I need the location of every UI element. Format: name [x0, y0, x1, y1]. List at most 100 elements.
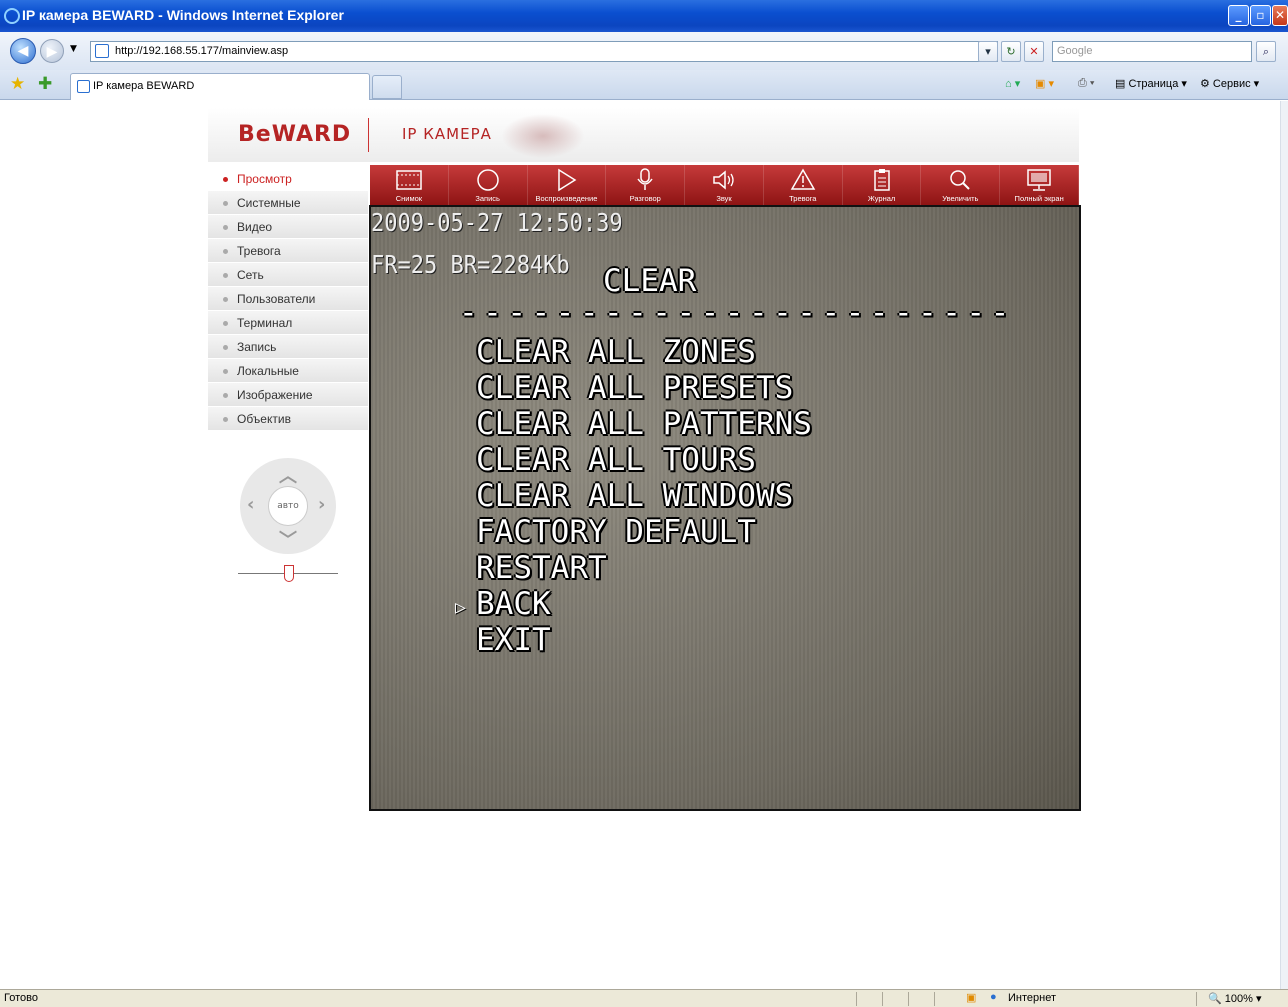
forward-button[interactable]: ▶ [40, 39, 64, 63]
globe-icon: ● [990, 991, 997, 1003]
sidebar-item-video[interactable]: Видео [208, 215, 368, 239]
tools-menu[interactable]: ⚙ Сервис ▾ [1200, 77, 1259, 90]
status-separator [1196, 992, 1197, 1006]
play-icon [558, 168, 577, 192]
url-text: http://192.168.55.177/mainview.asp [115, 45, 289, 57]
header-divider [368, 118, 369, 152]
alarm-label: Тревога [789, 194, 817, 203]
url-input[interactable]: http://192.168.55.177/mainview.asp [90, 41, 998, 62]
sidebar-item-terminal[interactable]: Терминал [208, 311, 368, 335]
tab-active[interactable]: IP камера BEWARD [70, 73, 370, 100]
url-dropdown-button[interactable]: ▾ [978, 41, 998, 62]
stop-button[interactable]: ✕ [1024, 41, 1044, 62]
sidebar-item-system[interactable]: Системные [208, 191, 368, 215]
osd-separator: ----------------------- [459, 295, 1015, 331]
sidebar-item-users[interactable]: Пользователи [208, 287, 368, 311]
camera-header: BeWARD IP КАМЕРА [208, 108, 1079, 162]
add-favorites-icon[interactable]: ✚ [38, 74, 52, 94]
favorites-star-icon[interactable]: ★ [10, 74, 25, 94]
feeds-icon[interactable]: ▣ ▾ [1035, 77, 1054, 90]
zoom-level[interactable]: 🔍 100% ▾ [1208, 992, 1261, 1005]
print-icon[interactable]: ⎙ ▾ [1078, 77, 1094, 90]
status-separator [856, 992, 857, 1006]
osd-menu-item: CLEAR ALL WINDOWS [476, 478, 794, 514]
maximize-button[interactable]: ▫ [1250, 5, 1271, 26]
sidebar-item-local[interactable]: Локальные [208, 359, 368, 383]
sidebar-item-network[interactable]: Сеть [208, 263, 368, 287]
zone-label: Интернет [1008, 992, 1056, 1004]
status-separator [934, 992, 935, 1006]
osd-selection-arrow-icon: ▷ [455, 597, 466, 618]
status-text: Готово [4, 992, 38, 1004]
address-bar: ◀ ▶ ▼ http://192.168.55.177/mainview.asp… [0, 32, 1288, 70]
home-icon[interactable]: ⌂ ▾ [1005, 77, 1020, 90]
osd-menu-item: RESTART [476, 550, 607, 586]
osd-menu-item: CLEAR ALL ZONES [476, 334, 756, 370]
sidebar-item-view[interactable]: Просмотр [208, 167, 368, 191]
playback-label: Воспроизведение [535, 194, 598, 203]
osd-timestamp: 2009-05-27 12:50:39 [371, 209, 623, 238]
chevron-right-icon[interactable]: › [318, 494, 325, 515]
chevron-up-icon[interactable]: ︿ [279, 462, 297, 488]
history-dropdown-icon[interactable]: ▼ [70, 44, 77, 54]
status-separator [882, 992, 883, 1006]
search-placeholder: Google [1057, 45, 1093, 57]
talk-label: Разговор [629, 194, 661, 203]
zoom-label: Увеличить [942, 194, 979, 203]
osd-menu-item: CLEAR ALL PATTERNS [476, 406, 812, 442]
zoom-button[interactable]: Увеличить [921, 165, 1001, 205]
video-stream[interactable]: 2009-05-27 12:50:39 FR=25 BR=2284Kb CLEA… [369, 205, 1081, 811]
osd-stats: FR=25 BR=2284Kb [371, 251, 570, 280]
alarm-button[interactable]: Тревога [764, 165, 843, 205]
tools-menu-label: Сервис [1212, 78, 1251, 90]
film-icon [396, 170, 422, 190]
magnifier-icon [950, 170, 971, 190]
tab-page-icon [77, 80, 90, 93]
world-map-graphic [498, 112, 588, 160]
snapshot-label: Снимок [395, 194, 423, 203]
new-tab-button[interactable] [372, 75, 402, 99]
tab-bar: ★ ✚ IP камера BEWARD ⌂ ▾ ▣ ▾ ⎙ ▾ ▤ Стран… [0, 70, 1288, 100]
monitor-icon [1027, 169, 1051, 191]
chevron-down-icon[interactable]: ﹀ [279, 526, 297, 552]
refresh-button[interactable]: ↻ [1001, 41, 1021, 62]
status-bar: Готово ▣ ● Интернет 🔍 100% ▾ [0, 989, 1288, 1007]
back-button[interactable]: ◀ [10, 38, 36, 64]
tab-label: IP камера BEWARD [93, 80, 195, 92]
sidebar-item-lens[interactable]: Объектив [208, 407, 368, 431]
record-button[interactable]: Запись [449, 165, 528, 205]
page-icon [95, 44, 109, 58]
playback-button[interactable]: Воспроизведение [528, 165, 607, 205]
chevron-left-icon[interactable]: ‹ [247, 494, 254, 515]
vertical-scrollbar[interactable] [1280, 101, 1288, 989]
sidebar-item-recording[interactable]: Запись [208, 335, 368, 359]
close-button[interactable]: ✕ [1272, 5, 1288, 26]
search-icon[interactable]: ⌕ [1256, 41, 1276, 62]
protected-mode-icon[interactable]: ▣ [966, 991, 976, 1004]
sidebar-menu: Просмотр Системные Видео Тревога Сеть По… [208, 167, 368, 431]
window-title-bar: IP камера BEWARD - Windows Internet Expl… [0, 0, 1288, 32]
header-title: IP КАМЕРА [402, 125, 492, 143]
search-input[interactable]: Google [1052, 41, 1252, 62]
minimize-button[interactable]: _ [1228, 5, 1249, 26]
beward-logo: BeWARD [238, 122, 352, 147]
sound-label: Звук [716, 194, 732, 203]
sidebar-item-alarm[interactable]: Тревога [208, 239, 368, 263]
speaker-icon [713, 170, 734, 190]
zoom-slider-handle[interactable] [284, 565, 294, 582]
osd-menu-item: EXIT [476, 622, 551, 658]
record-icon [476, 169, 499, 191]
log-button[interactable]: Журнал [843, 165, 922, 205]
ptz-auto-button[interactable]: авто [268, 486, 308, 526]
sound-button[interactable]: Звук [685, 165, 764, 205]
page-menu[interactable]: ▤ Страница ▾ [1115, 77, 1187, 90]
window-title: IP камера BEWARD - Windows Internet Expl… [22, 7, 344, 23]
page-menu-label: Страница [1128, 78, 1179, 90]
ie-logo-icon [4, 8, 20, 24]
sidebar-item-image[interactable]: Изображение [208, 383, 368, 407]
video-toolbar: Снимок Запись Воспроизведение Разговор З… [370, 165, 1080, 205]
alarm-icon [790, 168, 816, 190]
fullscreen-button[interactable]: Полный экран [1000, 165, 1080, 205]
talk-button[interactable]: Разговор [606, 165, 686, 205]
snapshot-button[interactable]: Снимок [370, 165, 449, 205]
